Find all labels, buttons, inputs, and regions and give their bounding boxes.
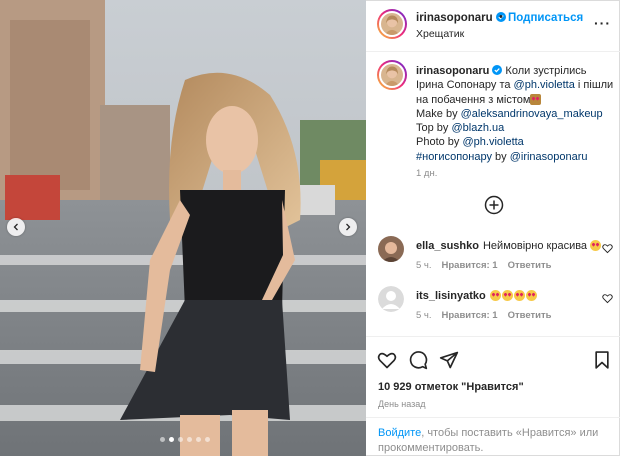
author-avatar[interactable]	[377, 9, 407, 39]
comment-username[interactable]: ella_sushko	[416, 240, 479, 252]
city-emoji-icon	[530, 93, 542, 105]
carousel-dot	[178, 437, 183, 442]
post-photo[interactable]	[0, 0, 366, 456]
login-link[interactable]: Войдите	[378, 427, 421, 439]
caption-avatar[interactable]	[377, 60, 407, 90]
heart-eyes-emoji-icon	[513, 290, 525, 301]
comment-username[interactable]: its_lisinyatko	[416, 290, 486, 302]
carousel-indicator	[160, 437, 210, 442]
verified-badge-icon	[492, 65, 503, 75]
post-side-panel: irinasoponaru • Подписаться Хрещатик ···…	[366, 0, 620, 456]
chevron-left-icon	[13, 223, 18, 231]
load-more-comments-icon[interactable]	[484, 195, 504, 215]
commenter-avatar-default[interactable]	[378, 286, 404, 312]
comment-bubble-icon[interactable]	[408, 350, 428, 370]
comment-item: its_lisinyatko 5 ч. Нравится: 1 Ответить	[366, 284, 620, 332]
heart-eyes-emoji-icon	[501, 290, 513, 301]
post-actions: 10 929 отметок "Нравится" День назад Вой…	[366, 336, 620, 456]
mention-photo[interactable]: @ph.violetta	[462, 136, 523, 148]
mention-ph-violetta[interactable]: @ph.violetta	[514, 79, 575, 91]
more-options-icon[interactable]: ···	[594, 15, 611, 31]
like-heart-icon[interactable]	[377, 350, 397, 370]
comment-item: ella_sushko Неймовірно красива 5 ч. Нрави…	[366, 234, 620, 282]
mention-top[interactable]: @blazh.ua	[451, 122, 504, 134]
hashtag-link[interactable]: #ногисопонару	[416, 151, 492, 163]
header-separator: •	[499, 11, 503, 23]
comment-heart-icon[interactable]	[602, 243, 613, 254]
caption-text: irinasoponaru Коли зустрілись Ірина Сопо…	[416, 65, 614, 163]
carousel-dot	[160, 437, 165, 442]
comment-text: Неймовірно красива	[482, 240, 588, 252]
carousel-dot	[196, 437, 201, 442]
reply-button[interactable]: Ответить	[508, 260, 552, 271]
login-prompt: Войдите, чтобы поставить «Нравится» или …	[366, 417, 620, 456]
mention-self[interactable]: @irinasoponaru	[510, 151, 588, 163]
comment-time: 5 ч.	[416, 310, 432, 321]
location-link[interactable]: Хрещатик	[416, 28, 464, 40]
comment-heart-icon[interactable]	[602, 293, 613, 304]
carousel-dot	[187, 437, 192, 442]
post-header: irinasoponaru • Подписаться Хрещатик ···	[366, 0, 620, 52]
heart-eyes-emoji-icon	[590, 240, 602, 251]
author-username[interactable]: irinasoponaru	[416, 12, 506, 24]
carousel-dot	[169, 437, 174, 442]
commenter-avatar[interactable]	[378, 236, 404, 262]
likes-count[interactable]: 10 929 отметок "Нравится"	[378, 381, 524, 393]
comment-likes[interactable]: Нравится: 1	[442, 260, 498, 271]
caption-timestamp: 1 дн.	[416, 168, 438, 179]
comment-likes[interactable]: Нравится: 1	[442, 310, 498, 321]
heart-eyes-emoji-icon	[489, 290, 501, 301]
post-date: День назад	[378, 399, 426, 409]
carousel-dot	[205, 437, 210, 442]
next-photo-button[interactable]	[339, 218, 357, 236]
share-paper-plane-icon[interactable]	[439, 350, 459, 370]
previous-photo-button[interactable]	[7, 218, 25, 236]
caption-username[interactable]: irinasoponaru	[416, 65, 489, 77]
heart-eyes-emoji-icon	[525, 290, 537, 301]
save-bookmark-icon[interactable]	[592, 350, 612, 370]
post-image	[0, 0, 366, 456]
reply-button[interactable]: Ответить	[508, 310, 552, 321]
follow-button[interactable]: Подписаться	[508, 12, 583, 24]
chevron-right-icon	[346, 223, 351, 231]
comment-time: 5 ч.	[416, 260, 432, 271]
mention-makeup[interactable]: @aleksandrinovaya_makeup	[461, 108, 603, 120]
